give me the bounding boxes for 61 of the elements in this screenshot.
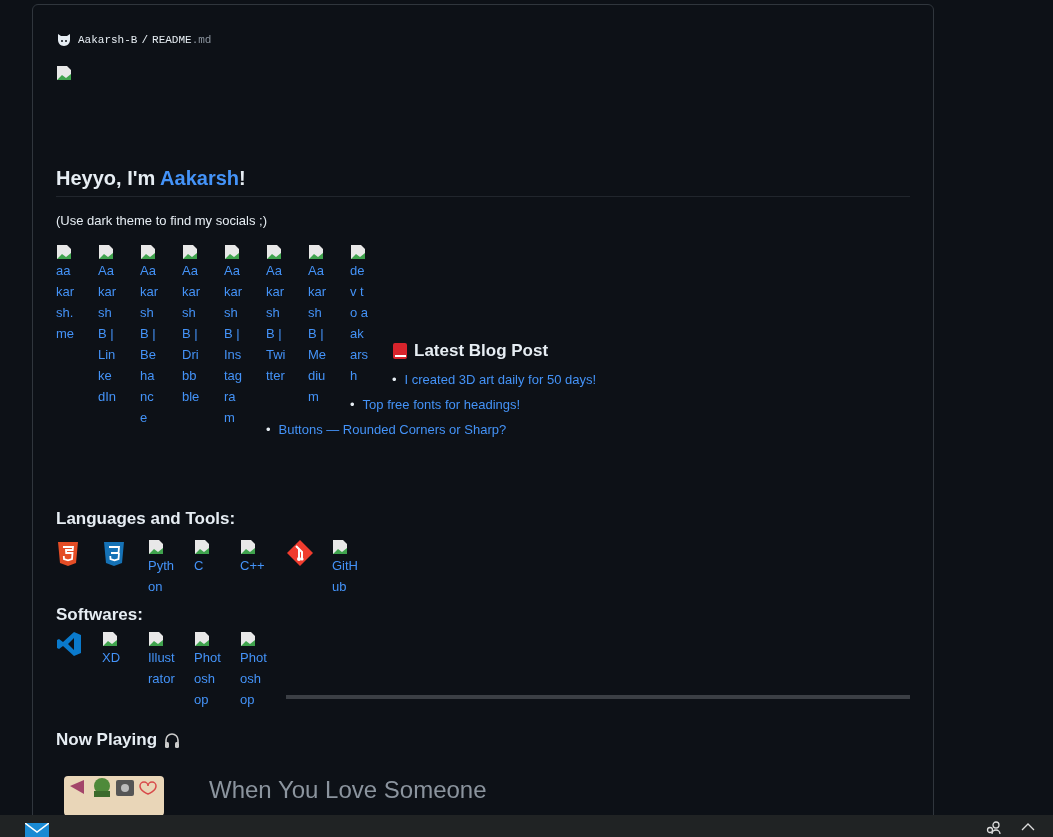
broken-image-icon [148, 631, 164, 647]
heading-text: ! [239, 167, 246, 189]
blog-post-link[interactable]: Top free fonts for headings! [362, 397, 521, 412]
broken-image-icon [266, 244, 282, 260]
headphones-icon [163, 731, 182, 749]
social-link[interactable]: aakarsh.me [56, 260, 76, 344]
chevron-up-icon[interactable] [1021, 823, 1035, 831]
people-icon[interactable] [986, 821, 1002, 835]
mail-icon[interactable] [25, 823, 49, 837]
name-link[interactable]: Aakarsh [160, 167, 239, 189]
blog-post-link[interactable]: I created 3D art daily for 50 days! [404, 372, 597, 387]
note-text: (Use dark theme to find my socials ;) [56, 213, 268, 228]
song-title: When You Love Someone [209, 776, 487, 804]
html5-icon [56, 539, 80, 567]
tool-link[interactable]: C++ [240, 555, 268, 576]
broken-image-icon [194, 631, 210, 647]
broken-image-icon [194, 539, 210, 555]
broken-image-icon [148, 539, 164, 555]
broken-image-icon [240, 539, 256, 555]
section-title: Softwares: [56, 605, 144, 625]
broken-image-icon [102, 631, 118, 647]
social-link[interactable]: Aakarsh B | Twitter [266, 260, 286, 386]
social-link[interactable]: Aakarsh B | Instagram [224, 260, 244, 428]
path-separator: / [141, 34, 149, 46]
broken-image-icon [56, 244, 72, 260]
broken-image-icon [224, 244, 240, 260]
bullet: • [392, 372, 397, 387]
tool-link[interactable]: Photoshop [240, 647, 268, 710]
broken-image-icon [56, 65, 72, 81]
tool-link[interactable]: GitHub [332, 555, 360, 597]
broken-image-icon [350, 244, 366, 260]
broken-image-icon [308, 244, 324, 260]
social-link[interactable]: dev to aakarsh [350, 260, 370, 386]
tool-link[interactable]: C [194, 555, 222, 576]
bullet: • [266, 422, 271, 437]
book-icon [392, 341, 408, 360]
heading-text: Heyyo, I'm [56, 167, 157, 189]
section-title: Now Playing [56, 730, 158, 750]
broken-image-icon [240, 631, 256, 647]
section-title: Latest Blog Post [414, 340, 549, 361]
social-link[interactable]: Aakarsh B | Behance [140, 260, 160, 428]
broken-image-icon [182, 244, 198, 260]
social-link[interactable]: Aakarsh B | Dribbble [182, 260, 202, 407]
broken-image-icon [98, 244, 114, 260]
section-title: Languages and Tools: [56, 508, 237, 529]
tool-link[interactable]: Photoshop [194, 647, 222, 710]
file-name: README.md [152, 34, 212, 46]
owner-link[interactable]: Aakarsh-B [78, 34, 138, 46]
social-link[interactable]: Aakarsh B | Medium [308, 260, 328, 407]
git-icon [286, 539, 314, 567]
vscode-icon [56, 631, 82, 657]
tool-link[interactable]: Python [148, 555, 176, 597]
bullet: • [350, 397, 355, 412]
social-link[interactable]: Aakarsh B | LinkedIn [98, 260, 118, 407]
broken-image-icon [140, 244, 156, 260]
tool-link[interactable]: Illustrator [148, 647, 176, 689]
cat-icon [56, 32, 72, 48]
css3-icon [102, 539, 126, 567]
blog-post-link[interactable]: Buttons — Rounded Corners or Sharp? [278, 422, 507, 437]
broken-image-icon [332, 539, 348, 555]
tool-link[interactable]: XD [102, 647, 130, 668]
